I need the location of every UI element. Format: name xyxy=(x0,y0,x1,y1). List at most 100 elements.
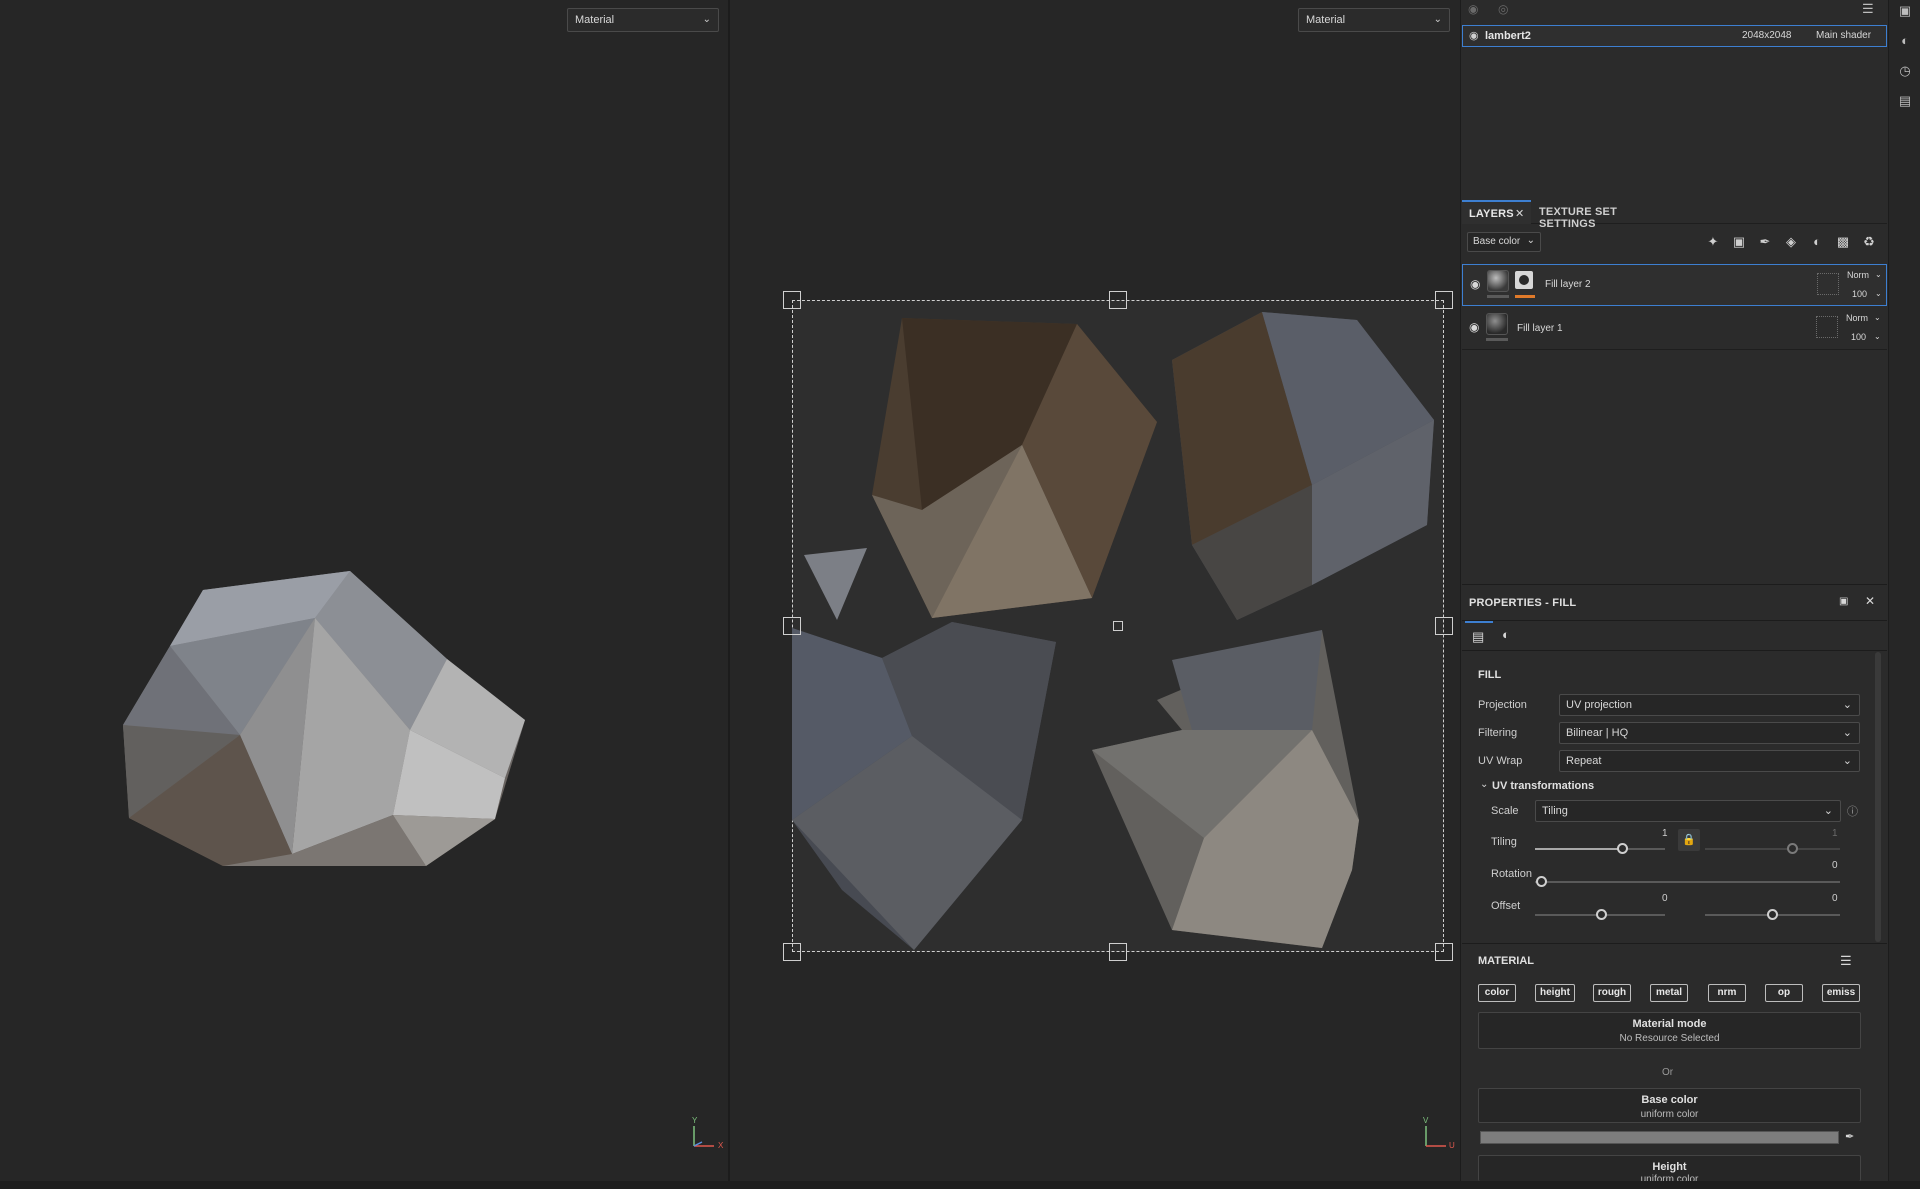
chevron-down-icon: ⌄ xyxy=(1874,313,1881,322)
eye-icon[interactable]: ◉ xyxy=(1469,29,1479,42)
material-sphere-icon: ◐ xyxy=(1502,627,1510,642)
material-menu-icon[interactable]: ☰ xyxy=(1840,953,1852,969)
right-panel xyxy=(1461,0,1888,1181)
delete-layer-icon[interactable]: ♻ xyxy=(1860,233,1878,251)
layer-row-fill-layer-2[interactable]: ◉ Fill layer 2 Norm ⌄ 100 ⌄ xyxy=(1462,264,1887,306)
add-smart-material-icon[interactable]: ◐ xyxy=(1808,233,1826,251)
tiling-v-slider-track[interactable] xyxy=(1705,848,1840,850)
transform-handle-top[interactable] xyxy=(1109,291,1127,309)
axis-u-label: U xyxy=(1449,1141,1455,1150)
layer-opacity[interactable]: 100 xyxy=(1851,332,1866,342)
add-effect-icon[interactable]: ✦ xyxy=(1704,233,1722,251)
viewport-3d-mode-dropdown[interactable]: Material ⌄ xyxy=(567,8,719,32)
add-fill-layer-icon[interactable]: ◈ xyxy=(1782,233,1800,251)
tiling-v-slider-knob[interactable] xyxy=(1787,843,1798,854)
tab-layers[interactable]: LAYERS ✕ xyxy=(1462,200,1531,224)
eye-icon[interactable]: ◉ xyxy=(1469,320,1479,334)
add-folder-icon[interactable]: ▩ xyxy=(1834,233,1852,251)
hide-all-icon[interactable]: ◉ xyxy=(1468,2,1478,16)
history-icon[interactable]: ◷ xyxy=(1897,63,1913,79)
display-settings-icon[interactable]: ▣ xyxy=(1897,3,1913,19)
chevron-down-icon: ⌄ xyxy=(1842,727,1852,739)
uv-wrap-label: UV Wrap xyxy=(1478,755,1523,767)
texture-set-resolution: 2048x2048 xyxy=(1742,30,1792,41)
tab-fill-properties[interactable]: ▤ xyxy=(1465,621,1493,649)
viewport-uv-mode-dropdown[interactable]: Material ⌄ xyxy=(1298,8,1450,32)
transform-handle-bottom-left[interactable] xyxy=(783,943,801,961)
add-paint-layer-icon[interactable]: ✒ xyxy=(1756,233,1774,251)
scale-label: Scale xyxy=(1491,805,1519,817)
viewport-3d[interactable]: Material ⌄ Y X xyxy=(0,0,728,1181)
layer-blend-mode[interactable]: Norm xyxy=(1847,270,1869,280)
channel-chip-metal[interactable]: metal xyxy=(1650,984,1688,1002)
material-heading: MATERIAL xyxy=(1478,955,1535,967)
layer-thumbnail[interactable] xyxy=(1486,313,1508,335)
viewport-uv-mode-label: Material xyxy=(1306,14,1346,26)
chevron-down-icon: ⌄ xyxy=(1842,699,1852,711)
chevron-down-icon: ⌄ xyxy=(1875,270,1882,279)
mask-thumbnail[interactable] xyxy=(1515,271,1533,289)
status-bar xyxy=(0,1181,1920,1189)
tab-material-properties[interactable]: ◐ xyxy=(1495,621,1523,649)
offset-u-slider-knob[interactable] xyxy=(1596,909,1607,920)
rotation-value[interactable]: 0 xyxy=(1832,860,1838,871)
properties-scrollbar[interactable] xyxy=(1875,652,1881,942)
layer-blend-mode[interactable]: Norm xyxy=(1846,313,1868,323)
viewport-uv[interactable]: Material ⌄ V U xyxy=(730,0,1460,1181)
transform-handle-top-right[interactable] xyxy=(1435,291,1453,309)
transform-handle-center[interactable] xyxy=(1113,621,1123,631)
close-icon[interactable]: ✕ xyxy=(1865,594,1875,608)
texture-set-row[interactable]: ◉ lambert2 2048x2048 Main shader xyxy=(1462,25,1887,47)
transform-handle-right[interactable] xyxy=(1435,617,1453,635)
list-menu-icon[interactable]: ☰ xyxy=(1862,1,1874,17)
uv-wrap-dropdown[interactable]: Repeat ⌄ xyxy=(1559,750,1860,772)
transform-handle-left[interactable] xyxy=(783,617,801,635)
filtering-label: Filtering xyxy=(1478,727,1518,739)
lock-icon[interactable]: 🔒 xyxy=(1678,829,1700,851)
offset-value-v[interactable]: 0 xyxy=(1832,893,1838,904)
filtering-dropdown[interactable]: Bilinear | HQ ⌄ xyxy=(1559,722,1860,744)
viewport-3d-mode-label: Material xyxy=(575,14,615,26)
log-icon[interactable]: ▤ xyxy=(1897,93,1913,109)
rotation-slider-track[interactable] xyxy=(1535,881,1840,883)
layer-thumbnail-bar xyxy=(1486,338,1508,341)
tiling-value-u[interactable]: 1 xyxy=(1662,828,1668,839)
rotation-slider-knob[interactable] xyxy=(1536,876,1547,887)
material-mode-slot[interactable]: Material mode No Resource Selected xyxy=(1478,1012,1861,1049)
base-color-slot[interactable]: Base color uniform color xyxy=(1478,1088,1861,1123)
channel-chip-rough[interactable]: rough xyxy=(1593,984,1631,1002)
shader-settings-icon[interactable]: ◐ xyxy=(1897,33,1913,49)
eyedropper-icon[interactable]: ✒ xyxy=(1845,1130,1854,1143)
channel-chip-height[interactable]: height xyxy=(1535,984,1575,1002)
layer-opacity[interactable]: 100 xyxy=(1852,289,1867,299)
channel-chip-color[interactable]: color xyxy=(1478,984,1516,1002)
offset-value-u[interactable]: 0 xyxy=(1662,893,1668,904)
scale-dropdown[interactable]: Tiling ⌄ xyxy=(1535,800,1841,822)
uv-transformations-heading[interactable]: UV transformations xyxy=(1492,780,1594,792)
height-slot[interactable]: Height uniform color xyxy=(1478,1155,1861,1185)
projection-dropdown[interactable]: UV projection ⌄ xyxy=(1559,694,1860,716)
channel-dropdown[interactable]: Base color ⌄ xyxy=(1467,232,1541,252)
chevron-down-icon[interactable]: ⌄ xyxy=(1480,779,1488,790)
channel-chip-nrm[interactable]: nrm xyxy=(1708,984,1746,1002)
channel-chip-emiss[interactable]: emiss xyxy=(1822,984,1860,1002)
transform-handle-bottom[interactable] xyxy=(1109,943,1127,961)
tiling-value-v[interactable]: 1 xyxy=(1832,828,1838,839)
offset-v-slider-knob[interactable] xyxy=(1767,909,1778,920)
tiling-u-slider-knob[interactable] xyxy=(1617,843,1628,854)
transform-handle-bottom-right[interactable] xyxy=(1435,943,1453,961)
properties-divider xyxy=(1462,584,1887,585)
info-icon[interactable]: ⓘ xyxy=(1847,803,1858,819)
eye-outline-icon[interactable]: ◎ xyxy=(1498,2,1508,16)
tab-texture-set-settings[interactable]: TEXTURE SET SETTINGS xyxy=(1533,200,1656,230)
layer-thumbnail[interactable] xyxy=(1487,270,1509,292)
transform-handle-top-left[interactable] xyxy=(783,291,801,309)
base-color-swatch[interactable] xyxy=(1480,1131,1839,1144)
add-mask-icon[interactable]: ▣ xyxy=(1730,233,1748,251)
undock-icon[interactable]: ▣ xyxy=(1839,596,1848,607)
close-icon[interactable]: ✕ xyxy=(1515,207,1524,220)
channel-chip-op[interactable]: op xyxy=(1765,984,1803,1002)
layer-row-fill-layer-1[interactable]: ◉ Fill layer 1 Norm ⌄ 100 ⌄ xyxy=(1462,308,1887,350)
material-mode-subtitle: No Resource Selected xyxy=(1619,1033,1720,1044)
eye-icon[interactable]: ◉ xyxy=(1470,277,1480,291)
